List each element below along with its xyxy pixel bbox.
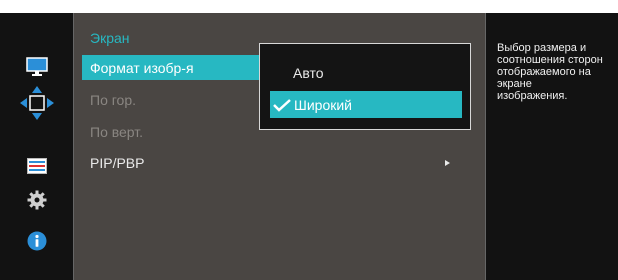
description-text: Выбор размера и соотношения сторон отобр… <box>497 42 603 102</box>
menu-item-label: PIP/PBP <box>90 154 145 171</box>
move-arrows-icon <box>19 86 54 120</box>
option-auto[interactable]: Авто <box>270 59 462 86</box>
menu-header-screen: Экран <box>90 29 130 46</box>
rail-item-picture[interactable] <box>0 49 73 85</box>
image-size-submenu: Авто Широкий <box>259 43 471 130</box>
menu-item-h-position[interactable]: По гор. <box>82 87 264 112</box>
checkmark-icon <box>273 98 291 112</box>
gear-icon <box>27 190 46 210</box>
menu-item-v-position[interactable]: По верт. <box>82 119 264 144</box>
settings-sliders-icon <box>26 158 47 174</box>
rail-item-onscreen-display[interactable] <box>0 85 73 121</box>
option-label: Широкий <box>294 96 352 113</box>
menu-item-image-size[interactable]: Формат изобр-я <box>82 55 264 80</box>
main-menu: Экран Формат изобр-я По гор. По верт. PI… <box>73 13 486 280</box>
option-label: Авто <box>293 64 324 81</box>
icon-rail <box>0 13 73 280</box>
chevron-right-icon <box>445 159 450 166</box>
osd-screen: Экран Формат изобр-я По гор. По верт. PI… <box>0 13 618 280</box>
rail-item-information[interactable] <box>0 223 73 259</box>
rail-item-system[interactable] <box>0 182 73 218</box>
menu-item-pip-pbp[interactable]: PIP/PBP <box>82 150 472 175</box>
option-wide[interactable]: Широкий <box>270 91 462 118</box>
info-icon <box>27 231 46 251</box>
description-panel: Выбор размера и соотношения сторон отобр… <box>486 13 618 280</box>
monitor-icon <box>25 57 48 76</box>
rail-item-setup[interactable] <box>0 148 73 184</box>
